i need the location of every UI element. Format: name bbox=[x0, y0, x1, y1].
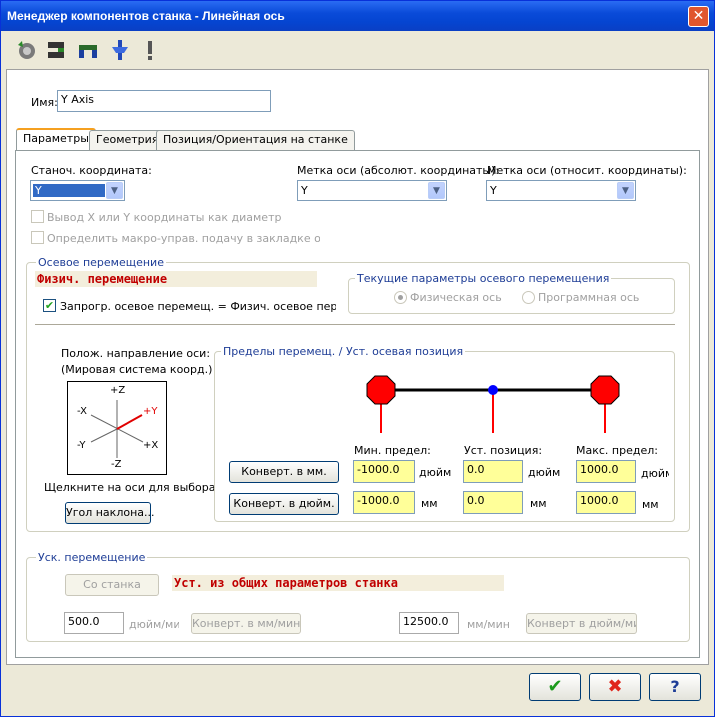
toolbar bbox=[1, 31, 714, 67]
max-limit-mm-input[interactable]: 1000.0 bbox=[576, 491, 636, 514]
ok-button[interactable]: ✔ bbox=[529, 673, 581, 701]
home-position-marker bbox=[488, 385, 498, 395]
rapid-inch-unit: дюйм/мин bbox=[129, 618, 179, 631]
rapid-mm-unit: мм/мин bbox=[467, 618, 510, 631]
radio-physical-label: Физическая ось bbox=[410, 291, 502, 304]
macro-feed-label: Определить макро-управ. подачу в закладк… bbox=[47, 232, 320, 245]
tab-geometry[interactable]: Геометрия bbox=[89, 130, 166, 150]
rapid-inch-input[interactable]: 500.0 bbox=[64, 612, 124, 634]
axis-motion-group-label: Осевое перемещение bbox=[36, 256, 166, 269]
home-mm-input[interactable]: 0.0 bbox=[463, 491, 523, 514]
diameter-checkbox[interactable] bbox=[31, 210, 44, 223]
current-params-label: Текущие параметры осевого перемещения bbox=[355, 272, 612, 285]
abs-label-label: Метка оси (абсолют. координаты): bbox=[297, 164, 500, 177]
tab-position-orientation[interactable]: Позиция/Ориентация на станке bbox=[156, 130, 355, 150]
title-bar[interactable]: Менеджер компонентов станка - Линейная о… bbox=[1, 1, 714, 31]
home-position-label: Уст. позиция: bbox=[464, 444, 543, 457]
radio-programmed-label: Программная ось bbox=[538, 291, 640, 304]
tool-icon[interactable] bbox=[109, 39, 131, 61]
chevron-down-icon[interactable]: ▼ bbox=[106, 182, 123, 199]
chevron-down-icon[interactable]: ▼ bbox=[617, 182, 634, 199]
name-label: Имя: bbox=[31, 96, 58, 109]
max-limit-inch-input[interactable]: 1000.0 bbox=[576, 460, 636, 483]
unit-mm-1: мм bbox=[421, 497, 438, 510]
unit-inch-2: дюйм bbox=[528, 466, 561, 479]
travel-limits-diagram bbox=[366, 375, 620, 433]
cancel-button[interactable]: ✖ bbox=[589, 673, 641, 701]
unit-inch-3: дюйм bbox=[641, 467, 669, 480]
programmed-equals-physical-label: Запрогр. осевое перемещ. = Физич. осевое… bbox=[60, 300, 336, 313]
rapid-mm-input[interactable]: 12500.0 bbox=[399, 612, 459, 634]
physical-motion-header: Физич. перемещение bbox=[35, 271, 317, 287]
unit-mm-3: мм bbox=[642, 498, 659, 511]
min-limit-inch-input[interactable]: -1000.0 bbox=[353, 460, 415, 483]
convert-to-mm-button[interactable]: Конверт. в мм. bbox=[229, 461, 339, 483]
dialog-window: Менеджер компонентов станка - Линейная о… bbox=[0, 0, 715, 717]
axis-z-neg[interactable]: -Z bbox=[111, 459, 121, 470]
radio-programmed-axis[interactable] bbox=[522, 291, 535, 304]
convert-mm-min-button[interactable]: Конверт. в мм/мин bbox=[191, 613, 301, 634]
tilt-angle-button[interactable]: Угол наклона... bbox=[65, 502, 155, 524]
rapid-group-label: Уск. перемещение bbox=[36, 551, 148, 564]
axis-triad[interactable]: +Z -Z -X +X +Y -Y bbox=[67, 381, 167, 475]
axis-y-neg[interactable]: -Y bbox=[77, 440, 86, 451]
help-button[interactable]: ? bbox=[649, 673, 701, 701]
direction-sublabel: (Мировая система коорд.) bbox=[61, 363, 213, 376]
limits-group-label: Пределы перемещ. / Уст. осевая позиция bbox=[221, 345, 466, 358]
axis-x-pos[interactable]: +X bbox=[143, 440, 158, 451]
min-limit-mm-input[interactable]: -1000.0 bbox=[353, 491, 415, 514]
rapid-header: Уст. из общих параметров станка bbox=[172, 575, 504, 591]
radio-physical-axis[interactable] bbox=[394, 291, 407, 304]
macro-feed-checkbox[interactable] bbox=[31, 231, 44, 244]
rel-label-label: Метка оси (относит. координаты): bbox=[487, 164, 687, 177]
warning-icon[interactable] bbox=[139, 39, 161, 61]
max-limit-stop-icon bbox=[590, 375, 620, 405]
spindle-icon[interactable] bbox=[77, 39, 99, 61]
min-limit-stop-icon bbox=[366, 375, 396, 405]
linear-axis-icon[interactable] bbox=[45, 39, 67, 61]
axis-z-pos[interactable]: +Z bbox=[110, 385, 125, 396]
direction-label: Полож. направление оси: bbox=[61, 347, 211, 360]
machine-coord-label: Станоч. координата: bbox=[31, 164, 152, 177]
unit-inch-1: дюйм bbox=[419, 466, 452, 479]
axis-y-pos[interactable]: +Y bbox=[143, 406, 158, 417]
max-limit-label: Макс. предел: bbox=[576, 444, 658, 457]
name-input[interactable]: Y Axis bbox=[57, 90, 271, 112]
min-limit-label: Мин. предел: bbox=[354, 444, 431, 457]
abs-label-select[interactable]: Y ▼ bbox=[297, 180, 447, 201]
separator bbox=[35, 324, 675, 326]
convert-to-inch-button[interactable]: Конверт. в дюйм. bbox=[229, 493, 339, 515]
from-machine-button[interactable]: Со станка bbox=[65, 574, 159, 596]
click-hint: Щелкните на оси для выбора bbox=[44, 481, 216, 494]
home-inch-input[interactable]: 0.0 bbox=[463, 460, 523, 483]
machine-coord-select[interactable]: Y ▼ bbox=[30, 180, 125, 201]
rotary-axis-icon[interactable] bbox=[15, 39, 37, 61]
close-button[interactable]: ✕ bbox=[688, 6, 709, 27]
convert-inch-min-button[interactable]: Конверт в дюйм/мин bbox=[526, 613, 637, 634]
window-title: Менеджер компонентов станка - Линейная о… bbox=[7, 9, 285, 23]
tab-parameters[interactable]: Параметры bbox=[16, 128, 96, 150]
unit-mm-2: мм bbox=[530, 497, 547, 510]
axis-x-neg[interactable]: -X bbox=[77, 406, 87, 417]
programmed-equals-physical-checkbox[interactable]: ✔ bbox=[43, 299, 56, 312]
diameter-label: Вывод X или Y координаты как диаметр bbox=[47, 211, 282, 224]
rel-label-select[interactable]: Y ▼ bbox=[486, 180, 636, 201]
chevron-down-icon[interactable]: ▼ bbox=[428, 182, 445, 199]
